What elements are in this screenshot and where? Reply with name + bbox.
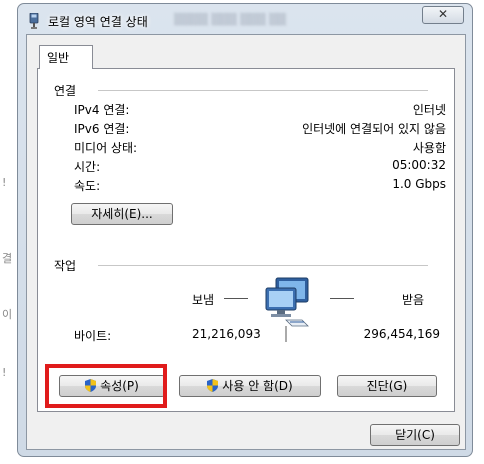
received-line xyxy=(330,298,354,299)
activity-divider xyxy=(98,265,428,266)
speed-value: 1.0 Gbps xyxy=(392,177,446,191)
dialog-client-area: 일반 연결 IPv4 연결: 인터넷 IPv6 연결: 인터넷에 연결되어 있지… xyxy=(26,34,466,450)
background-fragment: 결 xyxy=(2,252,13,265)
uac-shield-icon xyxy=(207,379,219,392)
network-adapter-icon xyxy=(29,13,39,29)
ipv4-label: IPv4 연결: xyxy=(74,103,130,117)
details-button[interactable]: 자세히(E)... xyxy=(71,203,173,225)
diagnose-button[interactable]: 진단(G) xyxy=(337,375,437,397)
media-state-value: 사용함 xyxy=(412,141,446,155)
general-tab-panel: 연결 IPv4 연결: 인터넷 IPv6 연결: 인터넷에 연결되어 있지 않음… xyxy=(37,68,455,412)
speed-label: 속도: xyxy=(74,179,101,193)
activity-section-label: 작업 xyxy=(54,257,81,274)
disable-button[interactable]: 사용 안 함(D) xyxy=(179,375,321,397)
connection-section-label: 연결 xyxy=(54,82,81,99)
tab-general-label: 일반 xyxy=(47,51,70,65)
speed-row: 속도: 1.0 Gbps xyxy=(74,177,446,195)
ipv6-label: IPv6 연결: xyxy=(74,122,130,136)
sent-line xyxy=(224,298,248,299)
properties-button-label: 속성(P) xyxy=(100,379,139,393)
title-bar[interactable]: 로컬 영역 연결 상태 ▒▒▒▒ ▒▒▒ ▒▒▒ ▒▒ ✕ xyxy=(18,4,472,36)
ipv6-value: 인터넷에 연결되어 있지 않음 xyxy=(302,122,446,136)
disable-button-label: 사용 안 함(D) xyxy=(222,379,293,393)
window-title: 로컬 영역 연결 상태 xyxy=(48,15,148,29)
duration-row: 시간: 05:00:32 xyxy=(74,158,446,176)
received-label: 받음 xyxy=(402,293,425,307)
local-area-connection-status-dialog: 로컬 영역 연결 상태 ▒▒▒▒ ▒▒▒ ▒▒▒ ▒▒ ✕ 일반 연결 IPv4… xyxy=(17,3,473,457)
close-button[interactable]: 닫기(C) xyxy=(370,424,460,446)
close-icon: ✕ xyxy=(437,7,449,21)
network-computers-icon xyxy=(265,277,309,342)
duration-value: 05:00:32 xyxy=(392,158,446,172)
background-fragment: 이 xyxy=(2,308,13,321)
media-state-row: 미디어 상태: 사용함 xyxy=(74,139,446,157)
connection-divider xyxy=(98,90,428,91)
background-fragment: ! xyxy=(2,366,7,379)
bytes-label: 바이트: xyxy=(74,329,112,343)
ipv4-row: IPv4 연결: 인터넷 xyxy=(74,101,446,119)
bytes-received-value: 296,454,169 xyxy=(363,327,440,341)
ipv6-row: IPv6 연결: 인터넷에 연결되어 있지 않음 xyxy=(74,120,446,138)
tab-general[interactable]: 일반 xyxy=(39,45,93,69)
uac-shield-icon xyxy=(85,379,97,392)
properties-button[interactable]: 속성(P) xyxy=(59,375,165,397)
background-fragment: ! xyxy=(2,176,7,189)
sent-label: 보냄 xyxy=(192,293,215,307)
ipv4-value: 인터넷 xyxy=(412,103,446,117)
bytes-sent-value: 21,216,093 xyxy=(192,327,261,341)
media-state-label: 미디어 상태: xyxy=(74,141,138,155)
close-window-button[interactable]: ✕ xyxy=(422,6,464,24)
title-blur: ▒▒▒▒ ▒▒▒ ▒▒▒ ▒▒ xyxy=(174,13,287,26)
duration-label: 시간: xyxy=(74,160,101,174)
